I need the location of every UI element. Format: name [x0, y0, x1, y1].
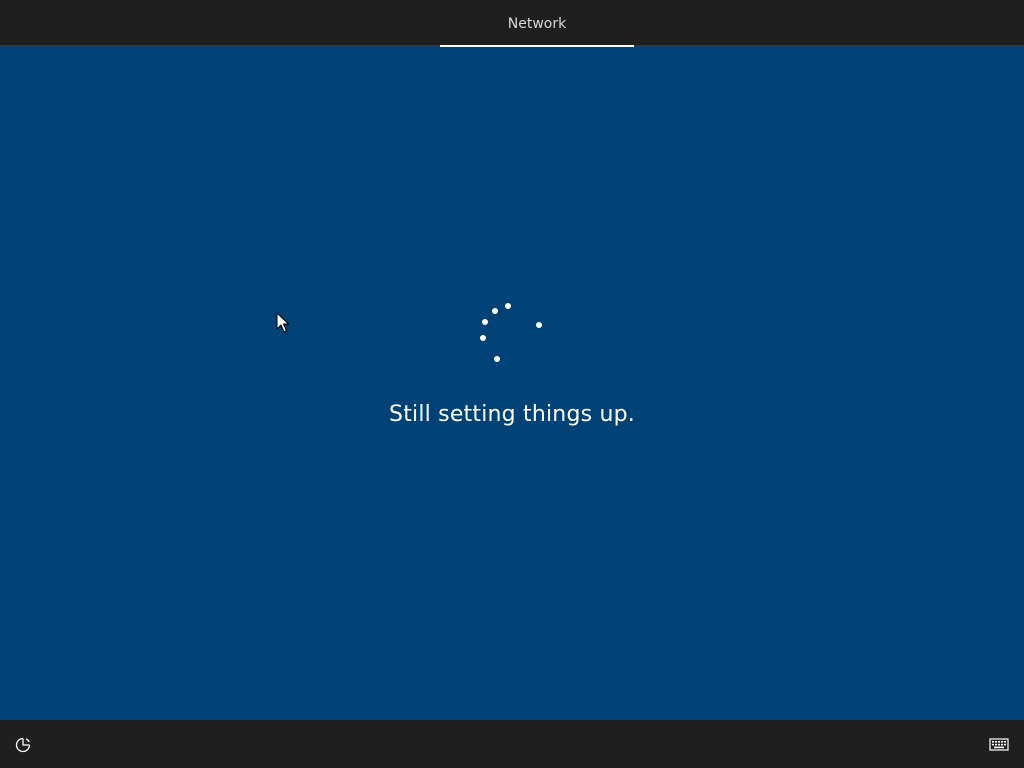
bottom-bar: [0, 720, 1024, 768]
on-screen-keyboard-button[interactable]: [986, 734, 1012, 756]
step-tab-network: Network: [440, 0, 634, 47]
spinner-dot: [494, 356, 500, 362]
keyboard-icon: [989, 738, 1009, 751]
mouse-cursor-icon: [276, 312, 289, 333]
top-bar: Network: [0, 0, 1024, 47]
loading-spinner: [470, 294, 554, 378]
spinner-dot: [492, 308, 498, 314]
spinner-dot: [480, 335, 486, 341]
oobe-screen: Network Still setting things up.: [0, 0, 1024, 768]
status-message: Still setting things up.: [389, 402, 635, 427]
spinner-dot: [505, 303, 511, 309]
spinner-dot: [536, 322, 542, 328]
spinner-dot: [482, 319, 488, 325]
accessibility-icon: [15, 737, 31, 753]
step-tab-label: Network: [507, 16, 567, 32]
active-step-underline: [440, 45, 634, 47]
accessibility-button[interactable]: [12, 734, 34, 756]
